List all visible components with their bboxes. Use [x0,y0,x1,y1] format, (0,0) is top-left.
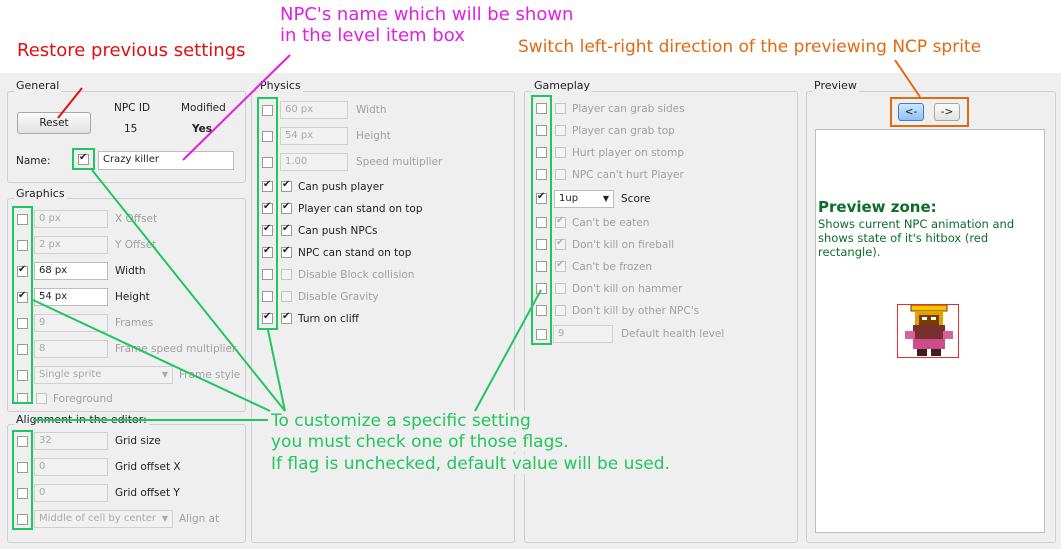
green-line-graphics [32,299,271,412]
restore-pointer-line [57,87,83,119]
name-pointer-line [182,54,291,161]
annotation-lines [32,54,921,421]
green-line-name [91,169,286,412]
flip-pointer-line-1 [894,59,921,98]
green-line-gameplay [474,289,542,412]
